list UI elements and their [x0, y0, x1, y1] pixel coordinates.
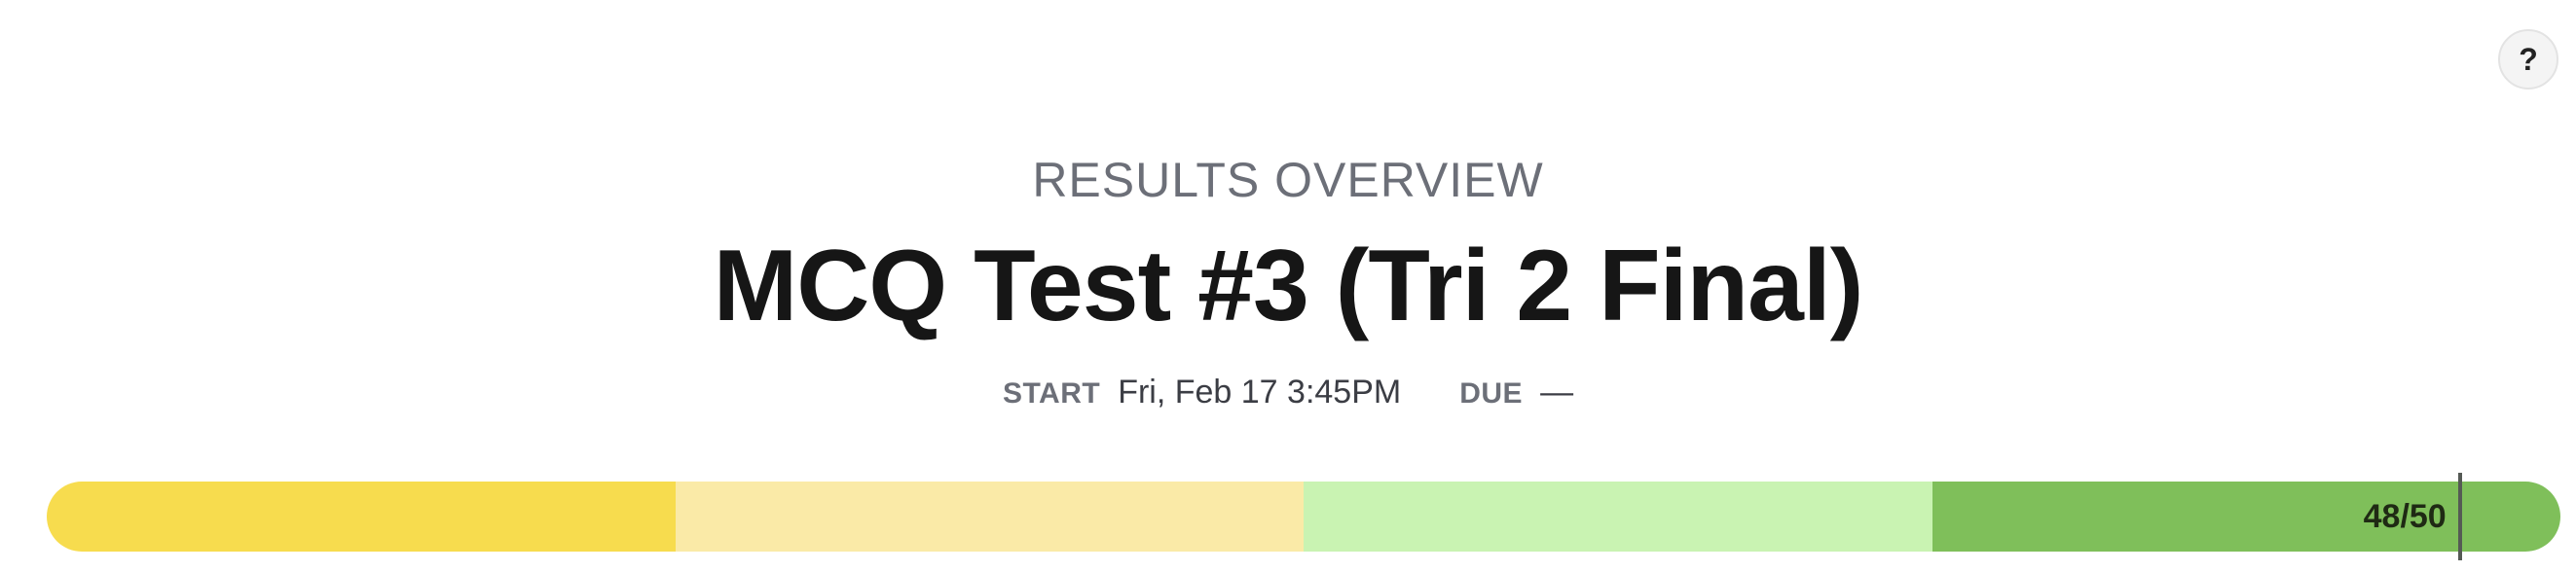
score-band-4 [1932, 482, 2560, 552]
start-value: Fri, Feb 17 3:45PM [1118, 374, 1402, 411]
score-label: 48/50 [2363, 498, 2447, 535]
schedule-info: START Fri, Feb 17 3:45PM DUE — [0, 368, 2576, 418]
due-label: DUE [1459, 377, 1524, 410]
score-band-2 [675, 482, 1304, 552]
score-band-3 [1304, 482, 1932, 552]
help-button[interactable]: ? [2498, 29, 2558, 89]
score-marker [2457, 473, 2462, 560]
due-value: — [1540, 374, 1574, 411]
score-band-1 [47, 482, 676, 552]
score-distribution-bar [47, 482, 2560, 552]
start-label: START [1002, 377, 1101, 410]
page-title: MCQ Test #3 (Tri 2 Final) [713, 230, 1864, 342]
page-overline: RESULTS OVERVIEW [1032, 153, 1544, 207]
